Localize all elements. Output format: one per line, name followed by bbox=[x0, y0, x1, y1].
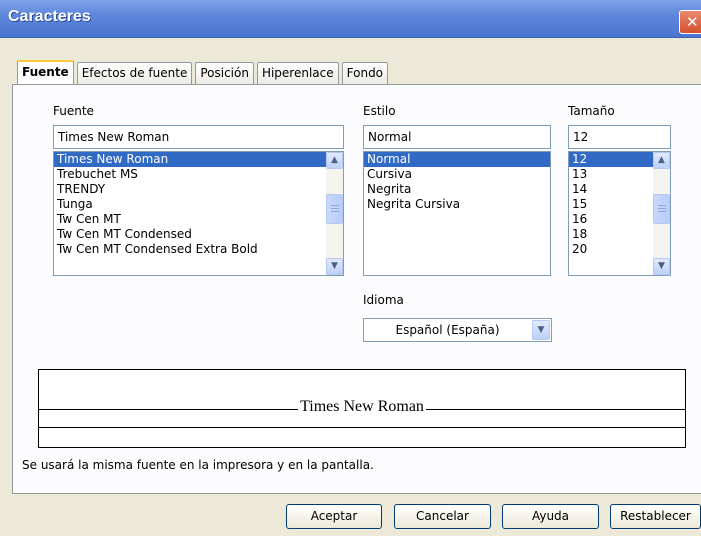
size-list[interactable]: 12 13 14 15 16 18 20 ▲ ▼ bbox=[568, 151, 671, 276]
tab-fondo[interactable]: Fondo bbox=[341, 62, 389, 84]
language-value: Español (España) bbox=[395, 323, 500, 337]
tab-fuente[interactable]: Fuente bbox=[17, 60, 74, 84]
preview-text: Times New Roman bbox=[298, 398, 426, 415]
style-list[interactable]: Normal Cursiva Negrita Negrita Cursiva bbox=[363, 151, 551, 276]
list-item[interactable]: Tw Cen MT bbox=[54, 212, 343, 227]
list-item[interactable]: Negrita Cursiva bbox=[364, 197, 550, 212]
help-button[interactable]: Ayuda bbox=[502, 504, 599, 529]
font-label: Fuente bbox=[53, 104, 94, 118]
font-list[interactable]: Times New Roman Trebuchet MS TRENDY Tung… bbox=[53, 151, 344, 276]
list-item[interactable]: Trebuchet MS bbox=[54, 167, 343, 182]
close-icon[interactable]: ✕ bbox=[679, 10, 701, 34]
list-item[interactable]: Cursiva bbox=[364, 167, 550, 182]
info-text: Se usará la misma fuente en la impresora… bbox=[22, 458, 374, 472]
scroll-down-icon[interactable]: ▼ bbox=[326, 258, 343, 275]
grip-line bbox=[331, 211, 339, 212]
grip-line bbox=[658, 208, 666, 209]
grip-line bbox=[331, 208, 339, 209]
style-input[interactable]: Normal bbox=[363, 125, 551, 149]
ok-button[interactable]: Aceptar bbox=[286, 504, 382, 529]
grip-line bbox=[658, 211, 666, 212]
font-list-scrollbar[interactable]: ▲ ▼ bbox=[326, 152, 343, 275]
scroll-up-icon[interactable]: ▲ bbox=[653, 152, 670, 169]
size-label: Tamaño bbox=[568, 104, 615, 118]
dialog-body: Fuente Efectos de fuente Posición Hipere… bbox=[0, 38, 701, 536]
size-list-scrollbar[interactable]: ▲ ▼ bbox=[653, 152, 670, 275]
size-input[interactable]: 12 bbox=[568, 125, 671, 149]
grip-line bbox=[331, 205, 339, 206]
chevron-down-icon[interactable]: ▼ bbox=[532, 320, 550, 340]
font-preview: Times New Roman bbox=[38, 369, 686, 448]
list-item[interactable]: TRENDY bbox=[54, 182, 343, 197]
grip-line bbox=[658, 205, 666, 206]
tab-hiperenlace[interactable]: Hiperenlace bbox=[256, 62, 339, 84]
font-name-input[interactable]: Times New Roman bbox=[53, 125, 344, 149]
scroll-thumb[interactable] bbox=[326, 194, 343, 224]
cancel-button[interactable]: Cancelar bbox=[394, 504, 491, 529]
reset-button[interactable]: Restablecer bbox=[610, 504, 701, 529]
style-label: Estilo bbox=[363, 104, 396, 118]
list-item[interactable]: Times New Roman bbox=[54, 152, 343, 167]
descent-line bbox=[39, 427, 685, 428]
list-item[interactable]: Tw Cen MT Condensed bbox=[54, 227, 343, 242]
scroll-down-icon[interactable]: ▼ bbox=[653, 258, 670, 275]
tab-strip: Fuente Efectos de fuente Posición Hipere… bbox=[17, 60, 391, 84]
preview-sample: Times New Roman bbox=[39, 398, 685, 416]
tab-efectos-de-fuente[interactable]: Efectos de fuente bbox=[76, 62, 193, 84]
tab-posicion[interactable]: Posición bbox=[195, 62, 254, 84]
list-item[interactable]: Negrita bbox=[364, 182, 550, 197]
title-bar: Caracteres ✕ bbox=[0, 0, 701, 38]
list-item[interactable]: Tw Cen MT Condensed Extra Bold bbox=[54, 242, 343, 257]
list-item[interactable]: Normal bbox=[364, 152, 550, 167]
list-item[interactable]: Tunga bbox=[54, 197, 343, 212]
scroll-thumb[interactable] bbox=[653, 194, 670, 224]
scroll-up-icon[interactable]: ▲ bbox=[326, 152, 343, 169]
window-title: Caracteres bbox=[8, 8, 91, 25]
language-label: Idioma bbox=[363, 293, 404, 307]
language-select[interactable]: Español (España) ▼ bbox=[363, 318, 552, 342]
